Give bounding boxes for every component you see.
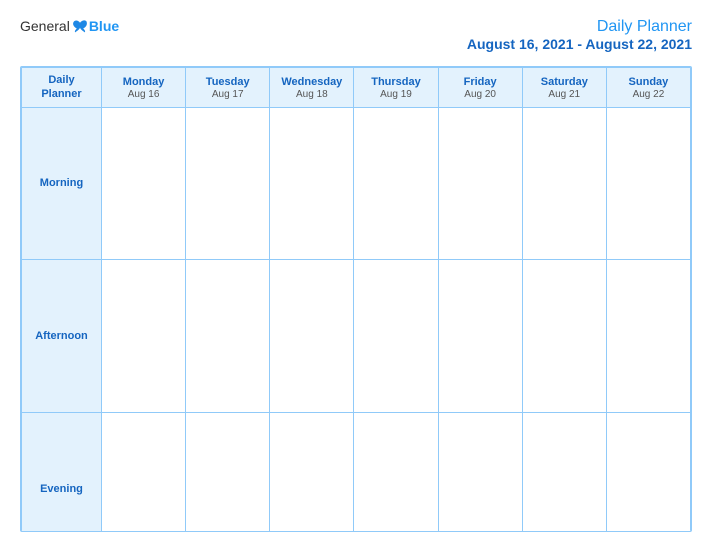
header-row: Daily Planner MondayAug 16TuesdayAug 17W… bbox=[22, 68, 691, 108]
day-cell[interactable] bbox=[186, 107, 270, 260]
calendar: Daily Planner MondayAug 16TuesdayAug 17W… bbox=[20, 66, 692, 532]
header: General Blue Daily Planner August 16, 20… bbox=[20, 18, 692, 52]
day-cell[interactable] bbox=[438, 260, 522, 413]
day-cell[interactable] bbox=[606, 107, 690, 260]
planner-row: Afternoon bbox=[22, 260, 691, 413]
day-cell[interactable] bbox=[270, 412, 354, 532]
day-cell[interactable] bbox=[102, 412, 186, 532]
th-day: SaturdayAug 21 bbox=[522, 68, 606, 108]
th-daily-planner: Daily Planner bbox=[22, 68, 102, 108]
day-cell[interactable] bbox=[102, 260, 186, 413]
day-cell[interactable] bbox=[606, 412, 690, 532]
th-day: ThursdayAug 19 bbox=[354, 68, 438, 108]
day-cell[interactable] bbox=[354, 412, 438, 532]
day-cell[interactable] bbox=[354, 107, 438, 260]
day-cell[interactable] bbox=[522, 107, 606, 260]
th-label-line1: Daily bbox=[24, 73, 99, 87]
logo-general-text: General bbox=[20, 18, 70, 34]
row-label: Afternoon bbox=[22, 260, 102, 413]
th-day: FridayAug 20 bbox=[438, 68, 522, 108]
header-right: Daily Planner August 16, 2021 - August 2… bbox=[467, 18, 692, 52]
day-cell[interactable] bbox=[438, 412, 522, 532]
day-cell[interactable] bbox=[270, 107, 354, 260]
day-cell[interactable] bbox=[186, 412, 270, 532]
day-cell[interactable] bbox=[270, 260, 354, 413]
page: General Blue Daily Planner August 16, 20… bbox=[0, 0, 712, 550]
day-cell[interactable] bbox=[522, 260, 606, 413]
th-day: TuesdayAug 17 bbox=[186, 68, 270, 108]
th-day: MondayAug 16 bbox=[102, 68, 186, 108]
logo: General Blue bbox=[20, 18, 119, 34]
th-day: SundayAug 22 bbox=[606, 68, 690, 108]
th-label-line2: Planner bbox=[24, 87, 99, 101]
row-label: Morning bbox=[22, 107, 102, 260]
day-cell[interactable] bbox=[102, 107, 186, 260]
logo-bird-icon bbox=[72, 19, 88, 33]
planner-row: Evening bbox=[22, 412, 691, 532]
day-cell[interactable] bbox=[606, 260, 690, 413]
logo-blue-text: Blue bbox=[89, 18, 119, 34]
day-cell[interactable] bbox=[438, 107, 522, 260]
planner-row: Morning bbox=[22, 107, 691, 260]
day-cell[interactable] bbox=[354, 260, 438, 413]
row-label: Evening bbox=[22, 412, 102, 532]
th-day: WednesdayAug 18 bbox=[270, 68, 354, 108]
planner-table: Daily Planner MondayAug 16TuesdayAug 17W… bbox=[21, 67, 691, 532]
day-cell[interactable] bbox=[522, 412, 606, 532]
header-date: August 16, 2021 - August 22, 2021 bbox=[467, 36, 692, 52]
header-title: Daily Planner bbox=[467, 18, 692, 36]
day-cell[interactable] bbox=[186, 260, 270, 413]
